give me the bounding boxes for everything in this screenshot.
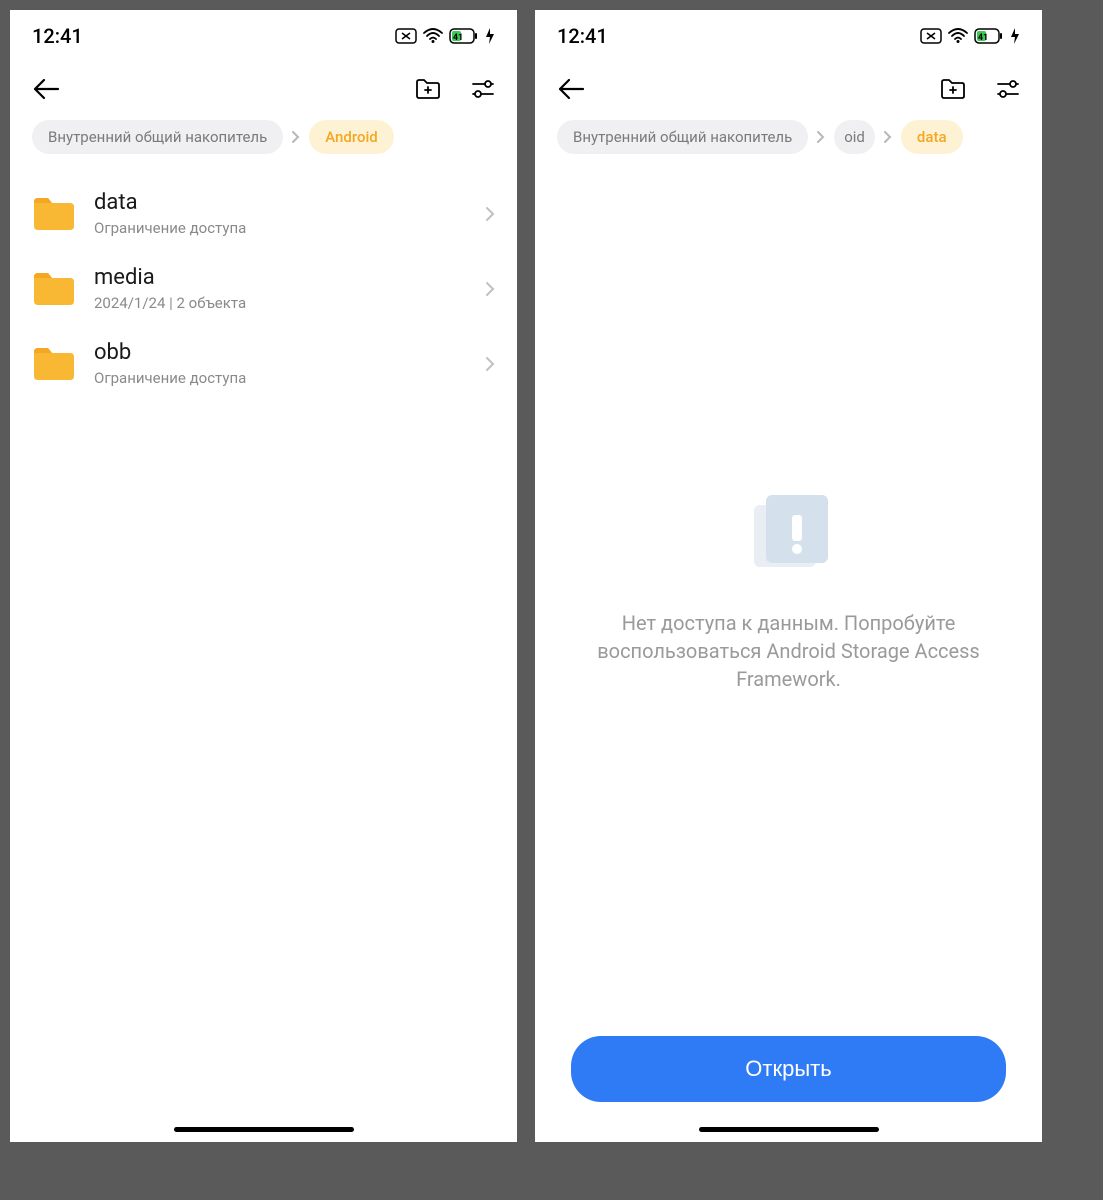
status-icons: 41: [920, 28, 1020, 44]
settings-icon[interactable]: [996, 79, 1020, 99]
folder-icon: [32, 271, 76, 307]
open-button[interactable]: Открыть: [571, 1036, 1006, 1102]
folder-name: data: [94, 190, 467, 215]
folder-subtitle: Ограничение доступа: [94, 219, 467, 237]
status-time: 12:41: [557, 24, 608, 48]
breadcrumb: Внутренний общий накопитель Android: [10, 120, 517, 166]
home-indicator[interactable]: [174, 1127, 354, 1132]
folder-list: data Ограничение доступа media 2024/1/24…: [10, 166, 517, 411]
folder-icon: [32, 346, 76, 382]
status-icons: 41: [395, 28, 495, 44]
empty-message: Нет доступа к данным. Попробуйте восполь…: [565, 609, 1012, 693]
chevron-right-icon: [816, 130, 826, 144]
chevron-right-icon: [485, 356, 495, 372]
breadcrumb: Внутренний общий накопитель oid data: [535, 120, 1042, 166]
folder-subtitle: 2024/1/24 | 2 объекта: [94, 294, 467, 312]
phone-left: 12:41 41 Внутренний общий: [10, 10, 517, 1142]
breadcrumb-mid[interactable]: oid: [834, 120, 875, 154]
new-folder-icon[interactable]: [940, 78, 966, 100]
chevron-right-icon: [485, 281, 495, 297]
wifi-icon: [423, 28, 443, 44]
breadcrumb-current[interactable]: data: [901, 120, 963, 154]
breadcrumb-root[interactable]: Внутренний общий накопитель: [32, 120, 283, 154]
list-item[interactable]: data Ограничение доступа: [32, 176, 495, 251]
back-icon[interactable]: [32, 78, 60, 100]
chevron-right-icon: [291, 130, 301, 144]
folder-name: obb: [94, 340, 467, 365]
chevron-right-icon: [485, 206, 495, 222]
folder-name: media: [94, 265, 467, 290]
folder-subtitle: Ограничение доступа: [94, 369, 467, 387]
status-bar: 12:41 41: [535, 10, 1042, 58]
battery-icon: 41: [449, 28, 479, 44]
folder-icon: [32, 196, 76, 232]
list-item[interactable]: obb Ограничение доступа: [32, 326, 495, 401]
settings-icon[interactable]: [471, 79, 495, 99]
topbar: [10, 58, 517, 120]
sim-off-icon: [920, 28, 942, 44]
svg-text:41: 41: [453, 33, 463, 43]
battery-icon: 41: [974, 28, 1004, 44]
charging-icon: [485, 28, 495, 44]
no-access-icon: [744, 489, 834, 579]
status-time: 12:41: [32, 24, 83, 48]
breadcrumb-current[interactable]: Android: [309, 120, 394, 154]
svg-text:41: 41: [978, 33, 988, 43]
charging-icon: [1010, 28, 1020, 44]
sim-off-icon: [395, 28, 417, 44]
home-indicator[interactable]: [699, 1127, 879, 1132]
wifi-icon: [948, 28, 968, 44]
bottom-area: Открыть: [535, 1016, 1042, 1142]
chevron-right-icon: [883, 130, 893, 144]
empty-state: Нет доступа к данным. Попробуйте восполь…: [535, 166, 1042, 1016]
topbar: [535, 58, 1042, 120]
back-icon[interactable]: [557, 78, 585, 100]
new-folder-icon[interactable]: [415, 78, 441, 100]
list-item[interactable]: media 2024/1/24 | 2 объекта: [32, 251, 495, 326]
status-bar: 12:41 41: [10, 10, 517, 58]
breadcrumb-root[interactable]: Внутренний общий накопитель: [557, 120, 808, 154]
phone-right: 12:41 41 Внутренний общий: [535, 10, 1042, 1142]
